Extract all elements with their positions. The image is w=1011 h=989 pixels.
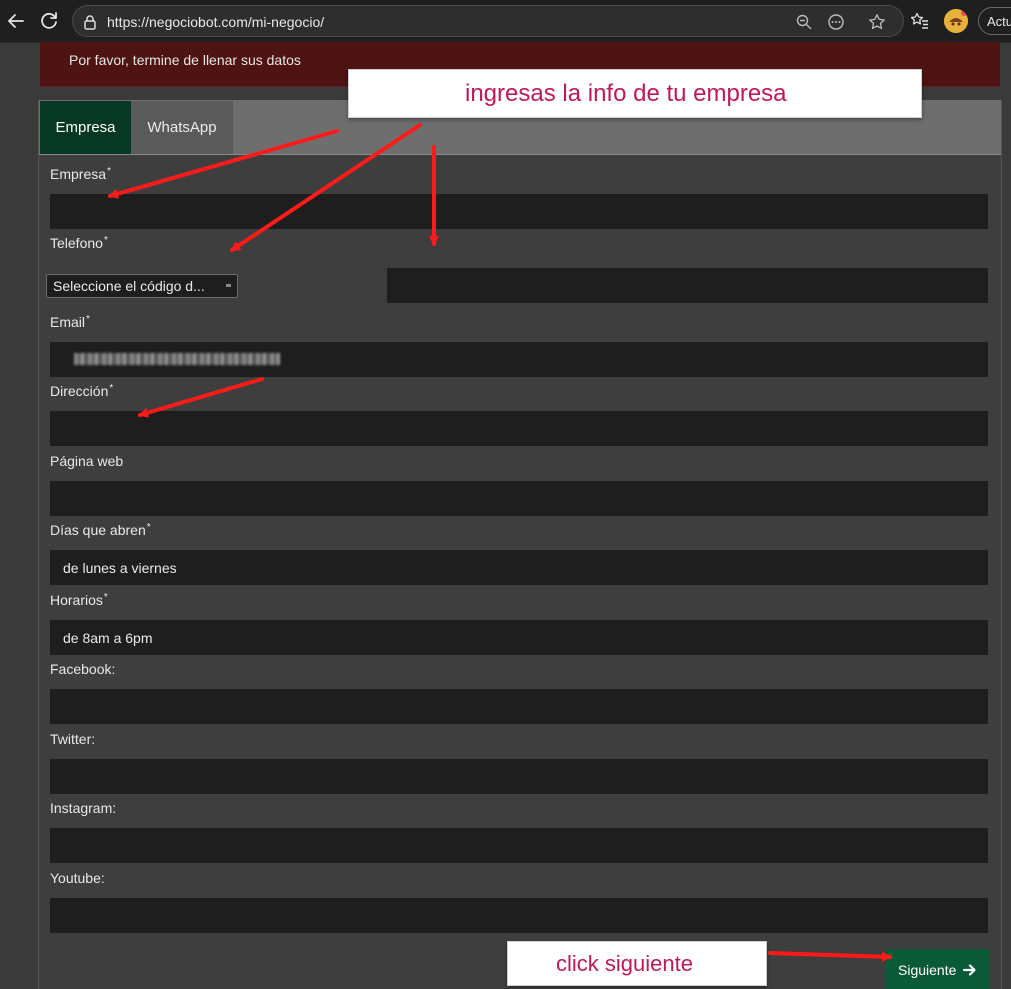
select-arrow-icon — [226, 284, 231, 287]
reload-icon[interactable] — [37, 9, 61, 33]
direccion-input[interactable] — [50, 411, 988, 446]
tab-whatsapp[interactable]: WhatsApp — [131, 101, 233, 154]
pagina-web-input[interactable] — [50, 481, 988, 516]
tab-empresa[interactable]: Empresa — [40, 101, 131, 154]
empresa-label: Empresa* — [50, 166, 111, 182]
facebook-input[interactable] — [50, 689, 988, 724]
siguiente-label: Siguiente — [898, 962, 957, 978]
horarios-input[interactable] — [50, 620, 988, 655]
twitter-label: Twitter: — [50, 731, 96, 747]
youtube-input[interactable] — [50, 898, 988, 933]
business-form-panel: Empresa WhatsApp Empresa* Telefono* Sele… — [38, 100, 1002, 989]
zoom-icon[interactable] — [795, 13, 813, 31]
instagram-input[interactable] — [50, 828, 988, 863]
country-code-select-value: Seleccione el código d... — [53, 278, 205, 294]
annotation-top-note: ingresas la info de tu empresa — [348, 69, 922, 118]
country-code-select[interactable]: Seleccione el código d... — [46, 274, 238, 298]
instagram-label: Instagram: — [50, 800, 117, 816]
siguiente-button[interactable]: Siguiente — [885, 949, 989, 989]
telefono-input[interactable] — [387, 268, 988, 303]
lock-icon[interactable] — [81, 13, 99, 31]
email-label: Email* — [50, 314, 90, 330]
blurred-email — [74, 353, 280, 365]
favorites-list-icon[interactable] — [910, 11, 930, 31]
pagina-web-label: Página web — [50, 453, 124, 469]
email-input[interactable] — [50, 342, 988, 377]
annotation-bottom-note: click siguiente — [507, 941, 767, 986]
url-text[interactable]: https://negociobot.com/mi-negocio/ — [107, 14, 324, 30]
more-icon[interactable] — [827, 13, 845, 31]
back-icon[interactable] — [4, 9, 28, 33]
horarios-label: Horarios* — [50, 592, 108, 608]
favorite-star-icon[interactable] — [868, 13, 886, 31]
browser-toolbar: https://negociobot.com/mi-negocio/ Actu — [0, 0, 1011, 43]
twitter-input[interactable] — [50, 759, 988, 794]
dias-label: Días que abren* — [50, 522, 151, 538]
avatar[interactable] — [944, 9, 968, 33]
facebook-label: Facebook: — [50, 661, 116, 677]
update-button[interactable]: Actu — [978, 7, 1011, 35]
dias-input[interactable] — [50, 550, 988, 585]
direccion-label: Dirección* — [50, 383, 114, 399]
youtube-label: Youtube: — [50, 870, 105, 886]
alert-text: Por favor, termine de llenar sus datos — [69, 52, 301, 68]
arrow-right-icon — [963, 964, 976, 976]
telefono-label: Telefono* — [50, 235, 108, 251]
address-bar[interactable]: https://negociobot.com/mi-negocio/ — [72, 5, 904, 37]
empresa-input[interactable] — [50, 194, 988, 229]
